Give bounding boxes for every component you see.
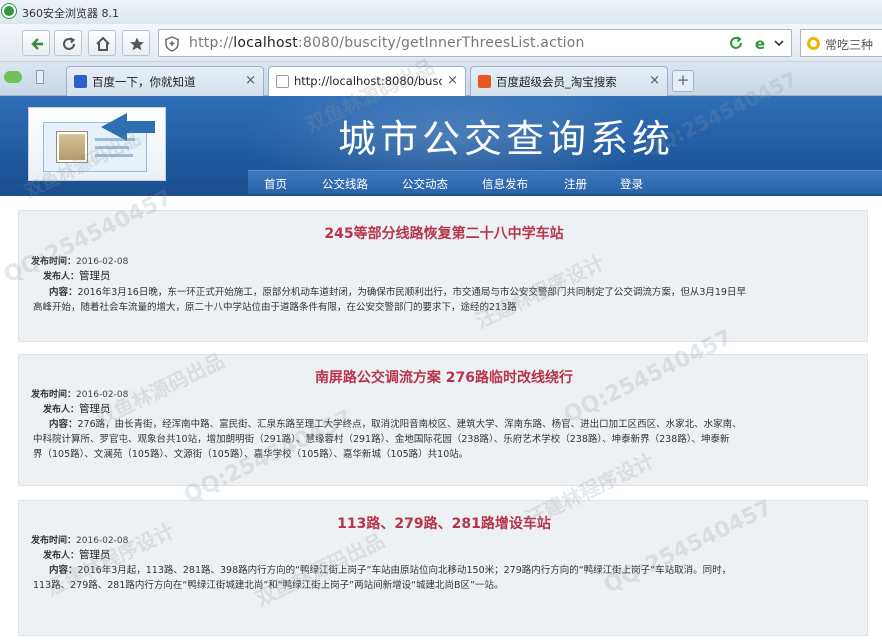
refresh-icon — [63, 37, 76, 50]
main-nav: 首页 公交线路 公交动态 信息发布 注册 登录 — [248, 170, 882, 194]
article-time: 发布时间：2016-02-08 — [31, 257, 129, 267]
article-body: 内容：276路，由长青街，经浑南中路、富民街、汇泉东路至理工大学终点，取消沈阳音… — [33, 419, 742, 460]
title-bar: 360安全浏览器 8.1 — [0, 0, 882, 24]
tab-strip: 百度一下，你就知道 × http://localhost:8080/buscit… — [0, 62, 882, 97]
sidebar-toggle-icon[interactable] — [36, 70, 44, 84]
baidu-favicon-icon — [74, 75, 87, 88]
close-icon[interactable]: × — [245, 73, 256, 88]
close-icon[interactable]: × — [649, 73, 660, 88]
browser-window: 360安全浏览器 8.1 http://localhost:8080/busci… — [0, 0, 882, 640]
close-icon[interactable]: × — [447, 73, 458, 88]
article-author: 发布人：管理员 — [43, 549, 111, 561]
url-text[interactable]: http://localhost:8080/buscity/getInnerTh… — [189, 35, 585, 51]
article-body: 内容：2016年3月16日晚，东一环正式开始施工，原部分机动车道封闭，为确保市民… — [33, 287, 746, 313]
page-refresh-icon[interactable] — [729, 36, 743, 50]
window-title: 360安全浏览器 8.1 — [22, 7, 119, 20]
article-title[interactable]: 南屏路公交调流方案 276路临时改线绕行 — [19, 367, 869, 387]
news-list: 245等部分线路恢复第二十八中学车站 发布时间：2016-02-08 发布人：管… — [0, 185, 882, 640]
nav-bus-news[interactable]: 公交动态 — [402, 176, 448, 192]
article-title[interactable]: 113路、279路、281路增设车站 — [19, 513, 869, 533]
nav-home[interactable]: 首页 — [264, 176, 287, 192]
article-title[interactable]: 245等部分线路恢复第二十八中学车站 — [19, 223, 869, 243]
nav-login[interactable]: 登录 — [620, 176, 643, 192]
site-logo — [28, 107, 166, 181]
chevron-down-icon[interactable] — [773, 37, 785, 49]
home-button[interactable] — [88, 30, 116, 56]
nav-bus-lines[interactable]: 公交线路 — [322, 176, 368, 192]
star-icon — [130, 37, 144, 51]
nav-register[interactable]: 注册 — [564, 176, 587, 192]
shield-icon — [165, 36, 179, 52]
refresh-button[interactable] — [54, 30, 82, 56]
search-box[interactable]: 常吃三种 — [800, 29, 882, 57]
tab-taobao[interactable]: 百度超级会员_淘宝搜索 × — [470, 66, 668, 96]
taobao-favicon-icon — [478, 75, 491, 88]
favorites-button[interactable] — [122, 30, 150, 56]
compat-mode-icon[interactable]: e — [755, 35, 765, 53]
search-text[interactable]: 常吃三种 — [825, 36, 873, 53]
article-time: 发布时间：2016-02-08 — [31, 536, 129, 546]
back-button[interactable] — [22, 30, 50, 56]
news-article: 南屏路公交调流方案 276路临时改线绕行 发布时间：2016-02-08 发布人… — [18, 354, 868, 486]
home-icon — [96, 36, 110, 51]
page-favicon-icon — [276, 75, 289, 88]
news-article: 113路、279路、281路增设车站 发布时间：2016-02-08 发布人：管… — [18, 500, 868, 636]
site-title: 城市公交查询系统 — [338, 117, 675, 161]
navigation-bar: http://localhost:8080/buscity/getInnerTh… — [0, 24, 882, 62]
browser-logo-icon — [2, 4, 16, 18]
tab-localhost[interactable]: http://localhost:8080/buscity × — [268, 66, 466, 97]
article-author: 发布人：管理员 — [43, 403, 111, 415]
new-tab-button[interactable]: + — [672, 70, 694, 92]
article-time: 发布时间：2016-02-08 — [31, 390, 129, 400]
nav-info-publish[interactable]: 信息发布 — [482, 176, 528, 192]
address-bar[interactable]: http://localhost:8080/buscity/getInnerTh… — [158, 29, 792, 57]
search-engine-icon — [807, 37, 820, 50]
article-author: 发布人：管理员 — [43, 270, 111, 282]
tab-baidu[interactable]: 百度一下，你就知道 × — [66, 66, 264, 96]
news-article: 245等部分线路恢复第二十八中学车站 发布时间：2016-02-08 发布人：管… — [18, 210, 868, 342]
back-arrow-icon — [31, 38, 43, 50]
cloud-icon[interactable] — [4, 71, 22, 83]
site-header: 城市公交查询系统 首页 公交线路 公交动态 信息发布 注册 登录 — [0, 96, 882, 196]
article-body: 内容：2016年3月起，113路、281路、398路内行方向的“鸭绿江街上岗子”… — [33, 565, 732, 591]
